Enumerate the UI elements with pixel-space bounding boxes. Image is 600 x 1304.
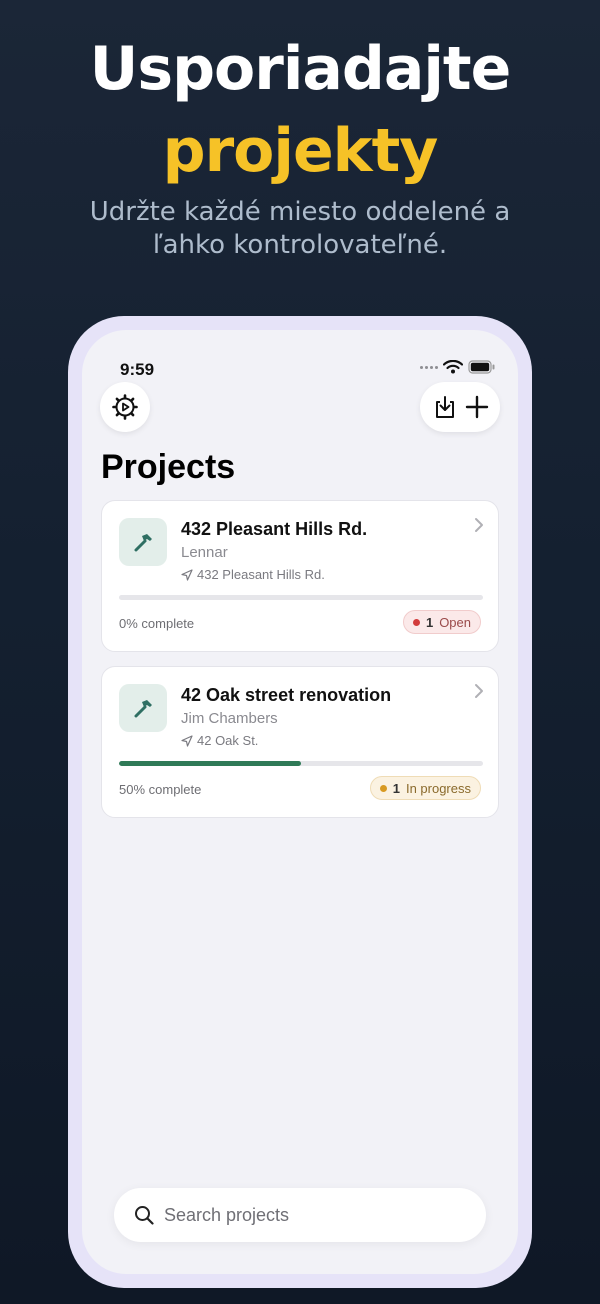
hammer-icon [134, 534, 152, 552]
phone-frame: 9:59 Projects 432 Pleasant Hills Rd. Len… [68, 316, 532, 1288]
status-dot [412, 618, 420, 626]
project-avatar [119, 684, 167, 732]
status-count: 1 [425, 614, 434, 630]
hero-title-line1: Usporiadajte [89, 34, 512, 104]
header-actions [420, 382, 500, 432]
progress-label: 50% complete [119, 782, 202, 797]
app-screen: 9:59 Projects 432 Pleasant Hills Rd. Len… [82, 330, 518, 1274]
project-card[interactable]: 42 Oak street renovation Jim Chambers 42… [101, 666, 499, 818]
import-icon[interactable] [432, 394, 458, 420]
project-card[interactable]: 432 Pleasant Hills Rd. Lennar 432 Pleasa… [101, 500, 499, 652]
hero-subtitle: Udržte každé miesto oddelené a ľahko kon… [89, 197, 511, 260]
progress-fill [119, 761, 301, 766]
project-name: 42 Oak street renovation [181, 685, 392, 705]
plus-icon[interactable] [465, 395, 489, 419]
status-badge: 1 Open [402, 610, 481, 634]
status-label: Open [439, 614, 471, 630]
project-client: Lennar [181, 544, 228, 561]
progress-bar [119, 595, 483, 600]
chevron-right-icon [475, 684, 483, 698]
status-time: 9:59 [120, 360, 155, 379]
battery-icon [468, 360, 495, 374]
location-arrow-icon [181, 568, 193, 581]
status-icons [420, 360, 496, 374]
project-client: Jim Chambers [181, 710, 278, 727]
status-label: In progress [405, 780, 471, 796]
hero-title-line2: projekty [162, 116, 439, 186]
status-count: 1 [392, 780, 400, 796]
search-icon [135, 1206, 154, 1225]
chevron-right-icon [475, 518, 483, 532]
page-title: Projects [101, 448, 236, 486]
project-name: 432 Pleasant Hills Rd. [181, 519, 368, 539]
search-input[interactable]: Search projects [164, 1205, 289, 1226]
status-dot [379, 784, 387, 792]
project-avatar [119, 518, 167, 566]
signal-icon [420, 365, 438, 369]
project-address-row: 42 Oak St. [181, 733, 258, 748]
wifi-icon [443, 360, 463, 374]
settings-gear-icon [112, 394, 138, 420]
project-address: 432 Pleasant Hills Rd. [197, 567, 325, 582]
hammer-icon [134, 700, 152, 718]
settings-button[interactable] [100, 382, 150, 432]
progress-label: 0% complete [119, 616, 195, 631]
search-bar[interactable]: Search projects [114, 1188, 486, 1242]
status-badge: 1 In progress [369, 776, 481, 800]
project-address: 42 Oak St. [197, 733, 259, 748]
project-address-row: 432 Pleasant Hills Rd. [181, 567, 325, 582]
location-arrow-icon [181, 734, 193, 747]
hero: Usporiadajte projekty Udržte každé miest… [0, 28, 600, 262]
progress-bar [119, 761, 483, 766]
